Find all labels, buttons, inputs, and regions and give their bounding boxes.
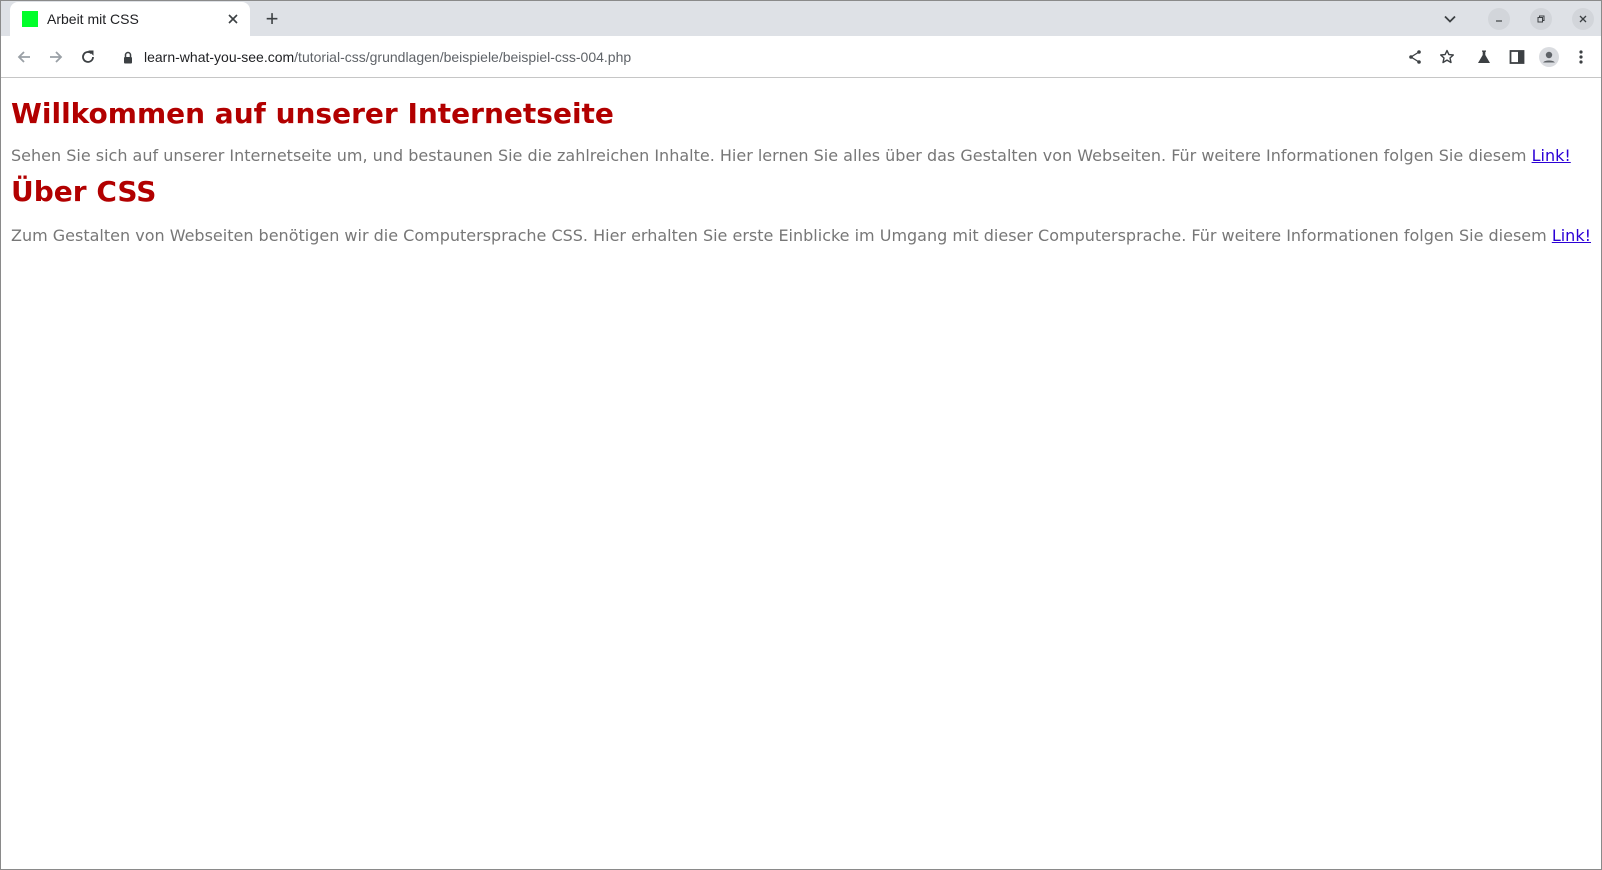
tab-search-chevron-down-icon[interactable] — [1439, 8, 1461, 30]
page-content: Willkommen auf unserer Internetseite Seh… — [2, 79, 1600, 869]
link-welcome[interactable]: Link! — [1532, 146, 1571, 165]
url-path: /tutorial-css/grundlagen/beispiele/beisp… — [294, 49, 632, 65]
close-icon[interactable] — [1572, 8, 1594, 30]
back-arrow-icon[interactable] — [12, 45, 36, 69]
paragraph-about-css-text: Zum Gestalten von Webseiten benötigen wi… — [11, 226, 1552, 245]
forward-arrow-icon[interactable] — [44, 45, 68, 69]
tab-active[interactable]: Arbeit mit CSS — [10, 2, 250, 36]
new-tab-button[interactable]: + — [260, 7, 284, 31]
favicon-icon — [22, 11, 38, 27]
paragraph-about-css: Zum Gestalten von Webseiten benötigen wi… — [11, 226, 1591, 245]
link-about-css[interactable]: Link! — [1552, 226, 1591, 245]
share-icon[interactable] — [1403, 45, 1427, 69]
address-bar-input[interactable]: learn-what-you-see.com/tutorial-css/grun… — [144, 48, 631, 66]
lock-icon[interactable] — [121, 49, 135, 65]
tab-close-icon[interactable] — [222, 8, 244, 30]
bookmark-star-icon[interactable] — [1435, 45, 1459, 69]
profile-avatar-icon[interactable] — [1537, 45, 1561, 69]
more-menu-icon[interactable] — [1569, 45, 1593, 69]
reload-icon[interactable] — [76, 45, 100, 69]
side-panel-icon[interactable] — [1505, 45, 1529, 69]
browser-window: Arbeit mit CSS + learn-what-you-see.com/… — [0, 0, 1602, 870]
page-heading-welcome: Willkommen auf unserer Internetseite — [11, 97, 614, 130]
tab-title: Arbeit mit CSS — [47, 11, 139, 27]
browser-toolbar: learn-what-you-see.com/tutorial-css/grun… — [1, 36, 1601, 78]
minimize-icon[interactable] — [1488, 8, 1510, 30]
restore-icon[interactable] — [1530, 8, 1552, 30]
url-host: learn-what-you-see.com — [144, 49, 295, 65]
labs-flask-icon[interactable] — [1472, 45, 1496, 69]
paragraph-welcome-text: Sehen Sie sich auf unserer Internetseite… — [11, 146, 1532, 165]
tab-strip: Arbeit mit CSS + — [1, 1, 1601, 36]
paragraph-welcome: Sehen Sie sich auf unserer Internetseite… — [11, 146, 1591, 165]
page-heading-about-css: Über CSS — [11, 175, 157, 208]
